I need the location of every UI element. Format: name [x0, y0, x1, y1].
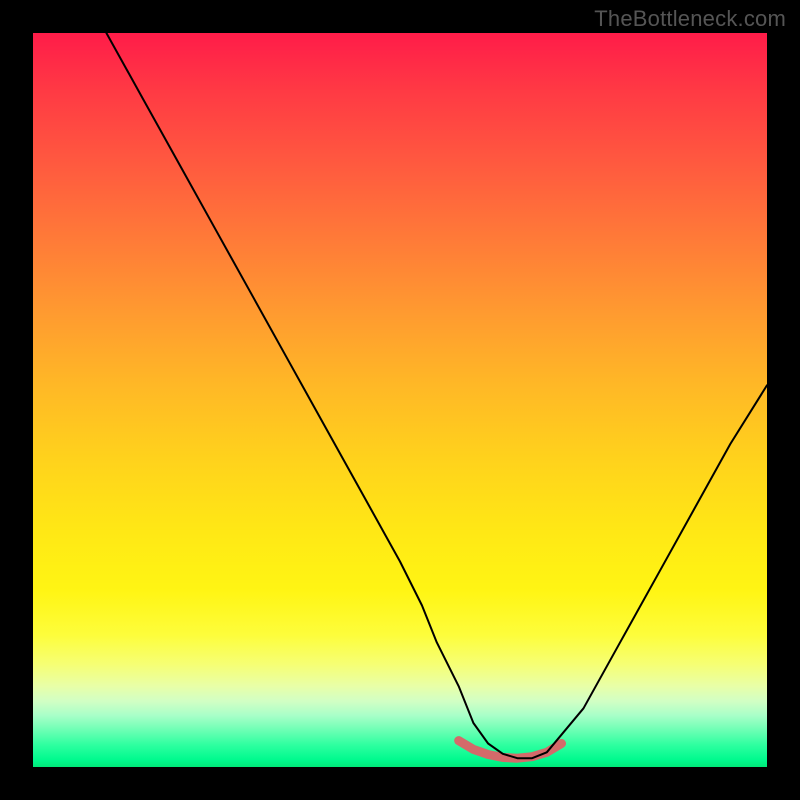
chart-frame: TheBottleneck.com — [0, 0, 800, 800]
bottleneck-curve — [106, 33, 767, 758]
curve-layer — [33, 33, 767, 767]
watermark-text: TheBottleneck.com — [594, 6, 786, 32]
plot-area — [33, 33, 767, 767]
